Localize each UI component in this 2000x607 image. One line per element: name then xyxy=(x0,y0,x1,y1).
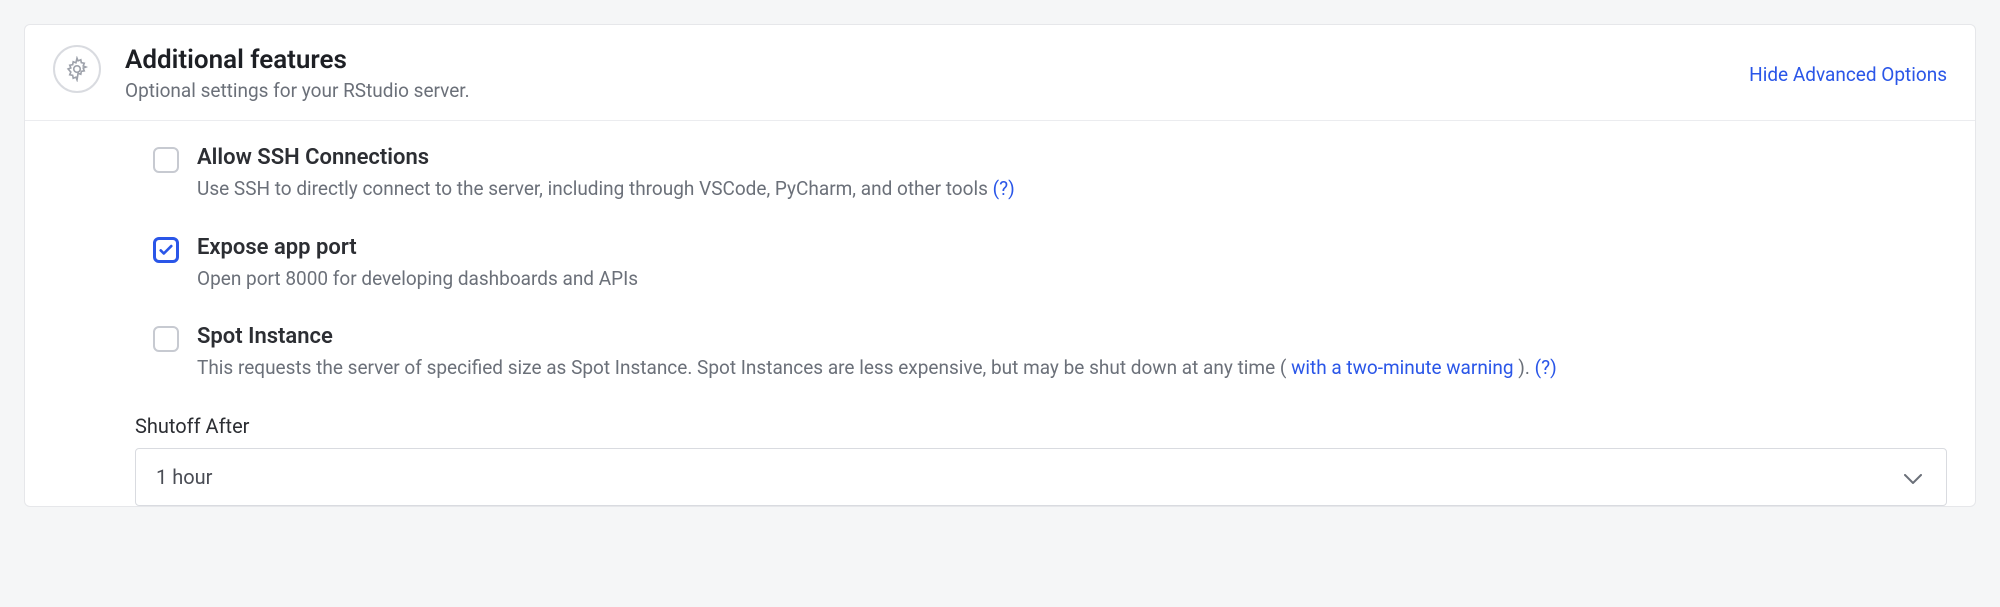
shutoff-after-select[interactable]: 1 hour xyxy=(135,448,1947,506)
option-desc-text: Use SSH to directly connect to the serve… xyxy=(197,177,993,200)
option-allow-ssh: Allow SSH Connections Use SSH to directl… xyxy=(153,145,1947,203)
option-title: Spot Instance xyxy=(197,324,1947,349)
option-title: Allow SSH Connections xyxy=(197,145,1947,170)
option-spot-instance: Spot Instance This requests the server o… xyxy=(153,324,1947,382)
option-title: Expose app port xyxy=(197,235,1947,260)
hide-advanced-options-link[interactable]: Hide Advanced Options xyxy=(1749,63,1947,86)
additional-features-panel: Additional features Optional settings fo… xyxy=(24,24,1976,507)
header-text-block: Additional features Optional settings fo… xyxy=(125,45,1749,102)
panel-subtitle: Optional settings for your RStudio serve… xyxy=(125,79,1749,102)
allow-ssh-checkbox[interactable] xyxy=(153,147,179,173)
spot-instance-checkbox[interactable] xyxy=(153,326,179,352)
gear-icon xyxy=(53,45,101,93)
ssh-help-link[interactable]: (?) xyxy=(993,177,1015,200)
panel-body: Allow SSH Connections Use SSH to directl… xyxy=(25,121,1975,506)
shutoff-select-wrap: 1 hour xyxy=(135,448,1947,506)
spot-help-link[interactable]: (?) xyxy=(1535,356,1557,379)
option-expose-app-port: Expose app port Open port 8000 for devel… xyxy=(153,235,1947,293)
expose-app-port-checkbox[interactable] xyxy=(153,237,179,263)
panel-title: Additional features xyxy=(125,45,1749,75)
shutoff-selected-value: 1 hour xyxy=(156,465,212,489)
panel-header: Additional features Optional settings fo… xyxy=(25,25,1975,121)
option-desc-post: ). xyxy=(1514,356,1535,379)
option-description: Open port 8000 for developing dashboards… xyxy=(197,266,1947,293)
option-text: Spot Instance This requests the server o… xyxy=(197,324,1947,382)
shutoff-after-label: Shutoff After xyxy=(135,414,1947,438)
checkmark-icon xyxy=(159,243,173,257)
option-desc-pre: This requests the server of specified si… xyxy=(197,356,1291,379)
option-description: Use SSH to directly connect to the serve… xyxy=(197,176,1947,203)
option-text: Expose app port Open port 8000 for devel… xyxy=(197,235,1947,293)
option-description: This requests the server of specified si… xyxy=(197,355,1947,382)
chevron-down-icon xyxy=(1904,465,1922,489)
spot-warning-link[interactable]: with a two-minute warning xyxy=(1291,356,1514,379)
option-text: Allow SSH Connections Use SSH to directl… xyxy=(197,145,1947,203)
